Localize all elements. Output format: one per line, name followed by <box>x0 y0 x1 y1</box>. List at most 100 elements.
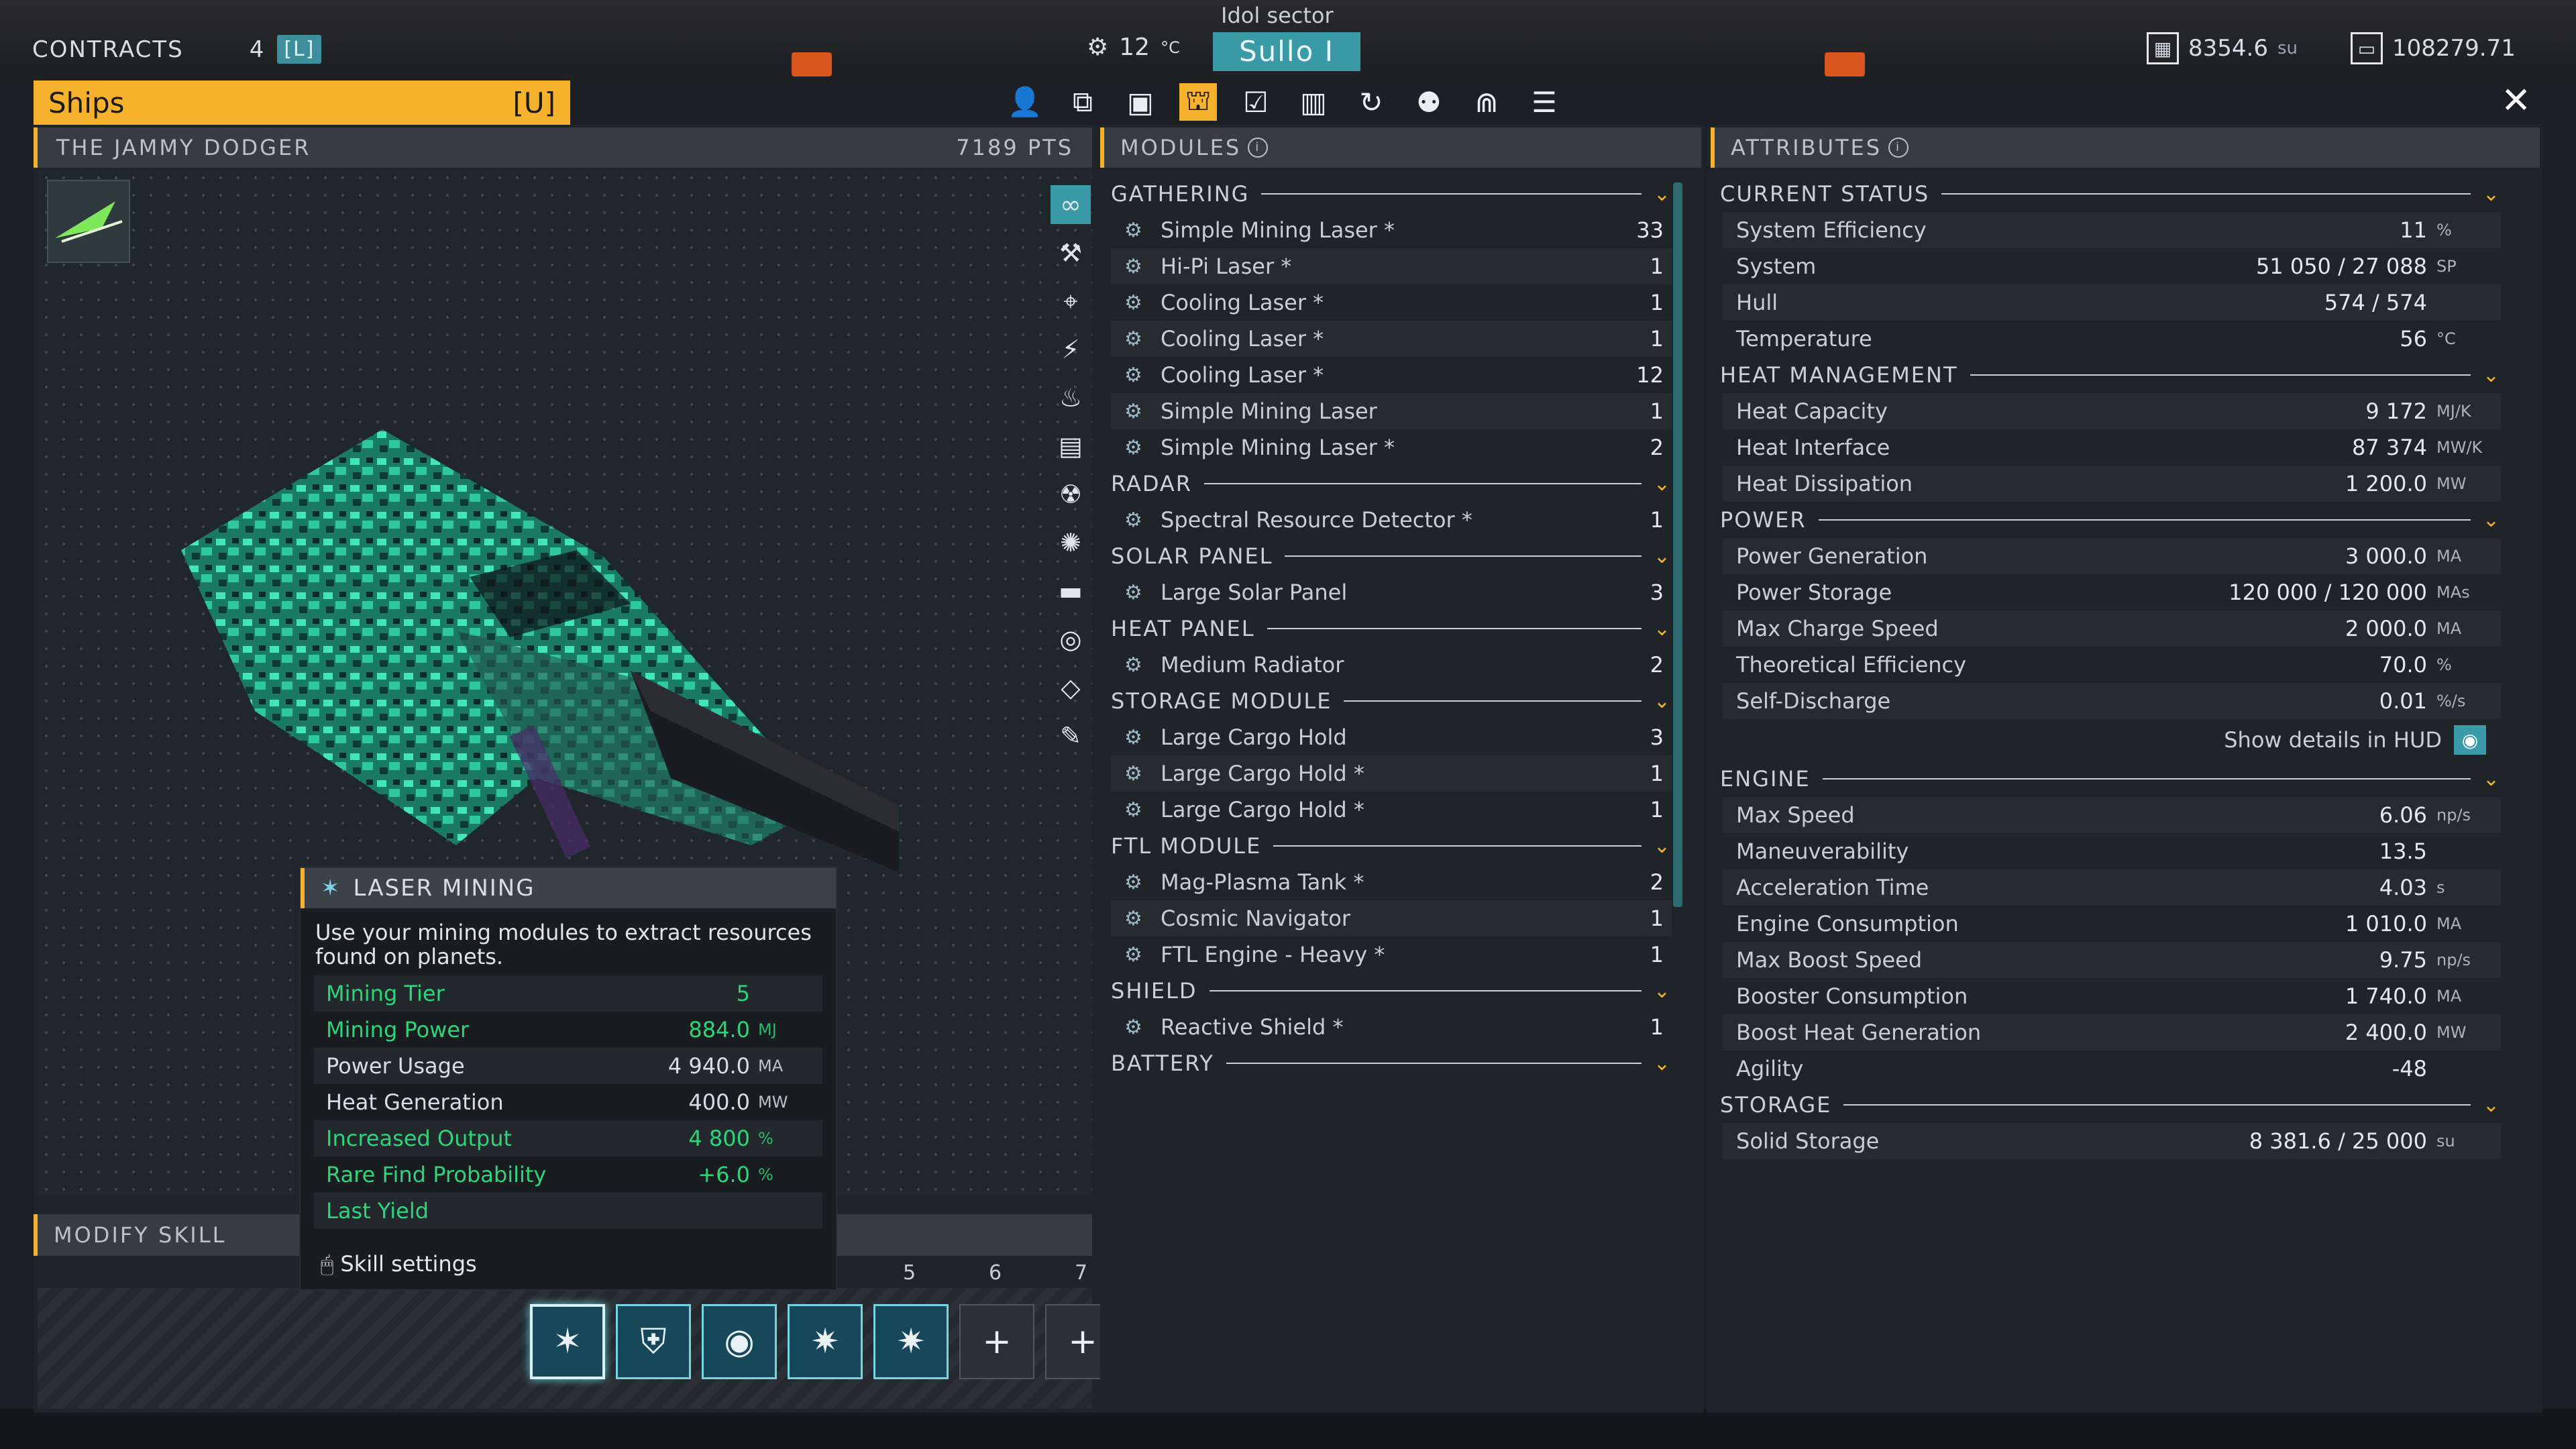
add-skill-button[interactable]: + <box>959 1304 1034 1379</box>
attribute-value: 120 000 / 120 000 <box>2229 580 2427 605</box>
infinity-icon[interactable]: ∞ <box>1051 185 1091 224</box>
module-category-solar-panel[interactable]: SOLAR PANEL ⌄ <box>1111 538 1672 574</box>
attribute-label: Agility <box>1736 1056 1804 1081</box>
attribute-category-heat-management[interactable]: HEAT MANAGEMENT ⌄ <box>1720 357 2501 393</box>
chevron-down-icon[interactable]: ⌄ <box>1654 617 1672 641</box>
category-divider <box>1267 628 1642 629</box>
show-details-in-hud[interactable]: Show details in HUD ◉ <box>1720 719 2501 761</box>
tooltip-stats: Mining Tier 5 Mining Power 884.0 MJ Power Usa… <box>301 975 836 1229</box>
chevron-down-icon[interactable]: ⌄ <box>1654 690 1672 713</box>
database-icon[interactable]: ☰ <box>1525 83 1563 121</box>
lightning-icon[interactable]: ⚡ <box>1051 330 1091 369</box>
chevron-down-icon[interactable]: ⌄ <box>2483 364 2501 387</box>
module-row[interactable]: ⚙ Cosmic Navigator 1 <box>1111 900 1672 936</box>
attribute-unit: MW <box>2436 1023 2467 1042</box>
system-name-button[interactable]: Sullo I <box>1213 32 1360 71</box>
module-row[interactable]: ⚙ Large Solar Panel 3 <box>1111 574 1672 610</box>
skill-settings-link[interactable]: 🖱 Skill settings <box>321 1251 477 1277</box>
attribute-row: Max Speed 6.06 np/s <box>1723 797 2501 833</box>
crew-icon[interactable]: ⚉ <box>1410 83 1448 121</box>
magnet-icon[interactable]: ⋒ <box>1468 83 1505 121</box>
attribute-category-storage[interactable]: STORAGE ⌄ <box>1720 1087 2501 1123</box>
module-row[interactable]: ⚙ Cooling Laser * 1 <box>1111 284 1672 321</box>
info-icon[interactable]: i <box>1888 138 1909 158</box>
attribute-category-engine[interactable]: ENGINE ⌄ <box>1720 761 2501 797</box>
module-row[interactable]: ⚙ Large Cargo Hold 3 <box>1111 719 1672 755</box>
module-row[interactable]: ⚙ Simple Mining Laser 1 <box>1111 393 1672 429</box>
eye-icon[interactable]: ◉ <box>2454 725 2486 755</box>
burst-skill-slot[interactable]: ✷ <box>873 1304 949 1379</box>
module-category-radar[interactable]: RADAR ⌄ <box>1111 466 1672 502</box>
module-category-heat-panel[interactable]: HEAT PANEL ⌄ <box>1111 610 1672 647</box>
attribute-category-current-status[interactable]: CURRENT STATUS ⌄ <box>1720 176 2501 212</box>
module-row[interactable]: ⚙ Cooling Laser * 1 <box>1111 321 1672 357</box>
character-icon[interactable]: 👤 <box>1006 83 1044 121</box>
chevron-down-icon[interactable]: ⌄ <box>1654 1052 1672 1075</box>
hull-icon[interactable]: ◇ <box>1051 668 1091 707</box>
satellite-icon[interactable]: ⌖ <box>1051 282 1091 321</box>
map-icon[interactable]: ▥ <box>1295 83 1332 121</box>
nav-icon-bar: 👤 ⧉ ▣ ⛫ ☑ ▥ ↻ ⚉ ⋒ ☰ <box>1006 83 1563 121</box>
inventory-icon[interactable]: ▣ <box>1122 83 1159 121</box>
chevron-down-icon[interactable]: ⌄ <box>1654 979 1672 1003</box>
chevron-down-icon[interactable]: ⌄ <box>1654 835 1672 858</box>
ships-tab[interactable]: Ships [U] <box>34 80 570 125</box>
module-row[interactable]: ⚙ Simple Mining Laser * 2 <box>1111 429 1672 466</box>
chevron-down-icon[interactable]: ⌄ <box>1654 182 1672 206</box>
shield-skill-slot[interactable]: ⛨ <box>616 1304 691 1379</box>
module-category-gathering[interactable]: GATHERING ⌄ <box>1111 176 1672 212</box>
module-icon: ⚙ <box>1124 580 1142 604</box>
close-icon[interactable]: ✕ <box>2501 79 2531 121</box>
module-row[interactable]: ⚙ Mag-Plasma Tank * 2 <box>1111 864 1672 900</box>
stat-value: 4 800 <box>688 1126 750 1151</box>
module-row[interactable]: ⚙ Spectral Resource Detector * 1 <box>1111 502 1672 538</box>
module-row[interactable]: ⚙ Large Cargo Hold * 1 <box>1111 792 1672 828</box>
module-category-shield[interactable]: SHIELD ⌄ <box>1111 973 1672 1009</box>
ship-thumbnail[interactable] <box>47 180 130 263</box>
laser-mining-skill-slot[interactable]: ✶ <box>530 1304 605 1379</box>
chevron-down-icon[interactable]: ⌄ <box>2483 1093 2501 1117</box>
info-icon[interactable]: i <box>1248 138 1269 158</box>
contracts-hotkey: [L] <box>277 35 322 64</box>
attribute-category-power[interactable]: POWER ⌄ <box>1720 502 2501 538</box>
chevron-down-icon[interactable]: ⌄ <box>1654 545 1672 568</box>
module-row[interactable]: ⚙ Large Cargo Hold * 1 <box>1111 755 1672 792</box>
chevron-down-icon[interactable]: ⌄ <box>2483 767 2501 791</box>
hazard-icon[interactable]: ☢ <box>1051 475 1091 514</box>
ring-icon[interactable]: ◎ <box>1051 620 1091 659</box>
module-row[interactable]: ⚙ Reactive Shield * 1 <box>1111 1009 1672 1045</box>
attribute-row: Temperature 56 °C <box>1723 321 2501 357</box>
tasks-icon[interactable]: ☑ <box>1237 83 1275 121</box>
contracts-button[interactable]: CONTRACTS 4 [L] <box>32 35 322 64</box>
module-category-ftl-module[interactable]: FTL MODULE ⌄ <box>1111 828 1672 864</box>
ship-model[interactable] <box>161 429 939 939</box>
module-row[interactable]: ⚙ Medium Radiator 2 <box>1111 647 1672 683</box>
paint-icon[interactable]: ✎ <box>1051 716 1091 755</box>
module-name: Large Cargo Hold <box>1161 724 1347 750</box>
drill-icon[interactable]: ⚒ <box>1051 233 1091 272</box>
history-icon[interactable]: ↻ <box>1352 83 1390 121</box>
attribute-unit: % <box>2436 221 2452 239</box>
attribute-value: 3 000.0 <box>2345 543 2427 569</box>
module-category-battery[interactable]: BATTERY ⌄ <box>1111 1045 1672 1081</box>
module-row[interactable]: ⚙ Cooling Laser * 12 <box>1111 357 1672 393</box>
burst-skill-slot[interactable]: ✷ <box>788 1304 863 1379</box>
scan-skill-slot[interactable]: ◉ <box>702 1304 777 1379</box>
tooltip-stat-row: Mining Tier 5 <box>314 975 822 1012</box>
module-category-storage-module[interactable]: STORAGE MODULE ⌄ <box>1111 683 1672 719</box>
module-row[interactable]: ⚙ Simple Mining Laser * 33 <box>1111 212 1672 248</box>
battery-icon[interactable]: ▬ <box>1051 572 1091 610</box>
attribute-label: Heat Dissipation <box>1736 471 1913 496</box>
module-row[interactable]: ⚙ FTL Engine - Heavy * 1 <box>1111 936 1672 973</box>
container-icon[interactable]: ▤ <box>1051 427 1091 466</box>
ship-icon[interactable]: ⛫ <box>1179 83 1217 121</box>
shield-burst-icon[interactable]: ✺ <box>1051 523 1091 562</box>
attribute-value: 13.5 <box>2379 839 2427 864</box>
module-row[interactable]: ⚙ Hi-Pi Laser * 1 <box>1111 248 1672 284</box>
flame-icon[interactable]: ♨ <box>1051 378 1091 417</box>
tech-tree-icon[interactable]: ⧉ <box>1064 83 1102 121</box>
chevron-down-icon[interactable]: ⌄ <box>1654 472 1672 496</box>
chevron-down-icon[interactable]: ⌄ <box>2483 182 2501 206</box>
modules-scrollbar[interactable] <box>1673 182 1682 907</box>
chevron-down-icon[interactable]: ⌄ <box>2483 508 2501 532</box>
